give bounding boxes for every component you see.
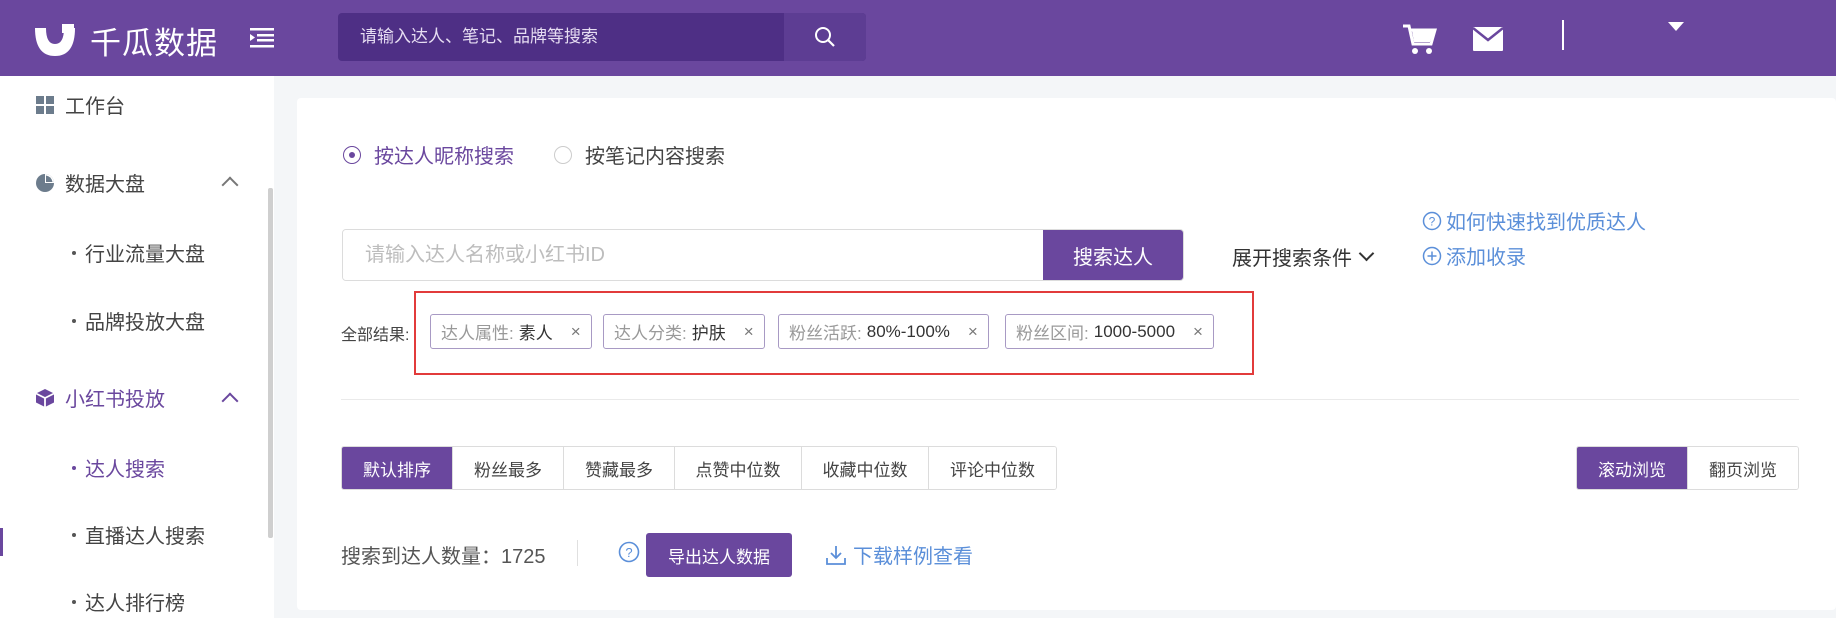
radio-label: 按达人昵称搜索 — [374, 146, 514, 168]
tag-value: 80%-100% — [866, 321, 950, 341]
search-kol-button[interactable]: 搜索达人 — [1043, 230, 1183, 280]
logo[interactable]: 千瓜数据 — [32, 18, 218, 63]
sort-tab-most-fans[interactable]: 粉丝最多 — [453, 447, 564, 489]
sidebar-item-xhs-ads[interactable]: 小红书投放 — [35, 383, 165, 412]
sidebar-scrollbar[interactable] — [268, 188, 273, 538]
sort-tab-median-collects[interactable]: 收藏中位数 — [802, 447, 929, 489]
menu-icon[interactable] — [248, 22, 278, 52]
caret-down-icon[interactable] — [1668, 22, 1684, 31]
close-icon[interactable]: × — [1193, 322, 1203, 342]
download-label: 下载样例查看 — [853, 546, 973, 568]
sort-tabs: 默认排序 粉丝最多 赞藏最多 点赞中位数 收藏中位数 评论中位数 — [341, 446, 1057, 490]
header-divider — [1562, 20, 1564, 50]
sidebar-item-live-kol-search[interactable]: 直播达人搜索 — [72, 520, 205, 549]
download-icon — [826, 545, 846, 565]
sidebar-item-kol-search[interactable]: 达人搜索 — [72, 453, 165, 482]
bullet-dot — [72, 532, 76, 537]
tag-value: 素人 — [518, 324, 553, 343]
kol-search-input[interactable] — [343, 230, 1043, 280]
question-circle-icon[interactable]: ? — [618, 541, 640, 563]
radio-label: 按笔记内容搜索 — [585, 146, 725, 168]
add-record-label: 添加收录 — [1446, 247, 1526, 269]
sidebar: 工作台 数据大盘 行业流量大盘 品牌投放大盘 小红书投放 达人搜索 直播达人搜索 — [0, 76, 274, 618]
kol-search-box: 搜索达人 — [342, 229, 1184, 281]
radio-circle — [554, 145, 572, 164]
cart-icon[interactable] — [1401, 22, 1437, 56]
sidebar-item-label: 品牌投放大盘 — [85, 312, 205, 334]
chevron-up-icon[interactable] — [221, 176, 239, 194]
logo-mark-icon — [35, 23, 75, 56]
filter-tag: 粉丝区间: 1000-5000 × — [1005, 314, 1214, 349]
sort-tab-most-likes[interactable]: 赞藏最多 — [564, 447, 675, 489]
filter-tag: 粉丝活跃: 80%-100% × — [778, 314, 989, 349]
tag-key: 达人分类: — [614, 324, 687, 343]
global-search — [338, 13, 866, 61]
box-icon — [35, 388, 55, 407]
plus-circle-icon — [1422, 246, 1442, 265]
sidebar-item-label: 数据大盘 — [65, 174, 145, 196]
svg-text:?: ? — [625, 545, 632, 560]
tag-key: 粉丝活跃: — [789, 324, 862, 343]
tag-key: 达人属性: — [441, 324, 514, 343]
chevron-down-icon — [1358, 245, 1375, 262]
chevron-up-icon[interactable] — [221, 392, 239, 410]
bullet-dot — [72, 465, 76, 470]
global-search-input[interactable] — [338, 13, 784, 61]
export-kol-data-button[interactable]: 导出达人数据 — [646, 533, 792, 577]
results-label: 全部结果: — [341, 327, 410, 344]
sidebar-item-label: 达人排行榜 — [85, 593, 185, 615]
sidebar-item-data-dashboard[interactable]: 数据大盘 — [35, 168, 145, 197]
logo-text: 千瓜数据 — [90, 26, 218, 61]
bullet-dot — [72, 599, 76, 604]
tag-value: 护肤 — [691, 324, 726, 343]
bullet-dot — [72, 250, 76, 255]
pie-chart-icon — [36, 173, 54, 192]
radio-search-by-nickname[interactable]: 按达人昵称搜索 — [343, 140, 514, 169]
top-nav-bar: 千瓜数据 — [0, 0, 1836, 76]
filter-tag: 达人分类: 护肤 × — [603, 314, 765, 349]
question-circle-icon: ? — [1422, 211, 1442, 230]
svg-text:?: ? — [1429, 214, 1436, 228]
close-icon[interactable]: × — [968, 322, 978, 342]
divider — [577, 540, 578, 566]
sidebar-item-label: 直播达人搜索 — [85, 526, 205, 548]
view-scroll-button[interactable]: 滚动浏览 — [1577, 447, 1687, 489]
sidebar-item-kol-ranking[interactable]: 达人排行榜 — [72, 587, 185, 616]
help-find-label: 如何快速找到优质达人 — [1446, 212, 1646, 234]
close-icon[interactable]: × — [571, 322, 581, 342]
expand-label: 展开搜索条件 — [1232, 248, 1352, 270]
sidebar-item-label: 小红书投放 — [65, 389, 165, 411]
grid-icon — [36, 95, 54, 114]
radio-circle — [343, 145, 361, 164]
sidebar-item-label: 行业流量大盘 — [85, 244, 205, 266]
bullet-dot — [72, 318, 76, 323]
sort-tab-median-likes[interactable]: 点赞中位数 — [675, 447, 802, 489]
sort-tab-default[interactable]: 默认排序 — [342, 447, 453, 489]
sidebar-item-label: 达人搜索 — [85, 459, 165, 481]
global-search-button[interactable] — [784, 13, 866, 61]
view-paged-button[interactable]: 翻页浏览 — [1687, 447, 1798, 489]
help-find-kol-link[interactable]: ? 如何快速找到优质达人 — [1422, 206, 1646, 235]
add-record-link[interactable]: 添加收录 — [1422, 241, 1526, 270]
radio-search-by-content[interactable]: 按笔记内容搜索 — [554, 140, 725, 169]
divider — [341, 399, 1799, 400]
sidebar-item-brand-ads[interactable]: 品牌投放大盘 — [72, 306, 205, 335]
mail-icon[interactable] — [1472, 26, 1504, 52]
active-indicator — [0, 528, 3, 556]
filter-tag: 达人属性: 素人 × — [430, 314, 592, 349]
search-icon — [815, 27, 835, 47]
expand-search-conditions[interactable]: 展开搜索条件 — [1232, 242, 1375, 271]
tag-value: 1000-5000 — [1093, 321, 1176, 341]
view-mode-toggle: 滚动浏览 翻页浏览 — [1576, 446, 1799, 490]
sidebar-item-workbench[interactable]: 工作台 — [35, 90, 125, 119]
sidebar-item-label: 工作台 — [65, 96, 125, 118]
search-mode-radios: 按达人昵称搜索 按笔记内容搜索 — [343, 140, 765, 169]
sidebar-item-industry-traffic[interactable]: 行业流量大盘 — [72, 238, 205, 267]
sort-tab-median-comments[interactable]: 评论中位数 — [929, 447, 1056, 489]
close-icon[interactable]: × — [744, 322, 754, 342]
download-sample-link[interactable]: 下载样例查看 — [825, 540, 973, 569]
tag-key: 粉丝区间: — [1016, 324, 1089, 343]
result-count: 搜索到达人数量：1725 — [341, 546, 546, 568]
